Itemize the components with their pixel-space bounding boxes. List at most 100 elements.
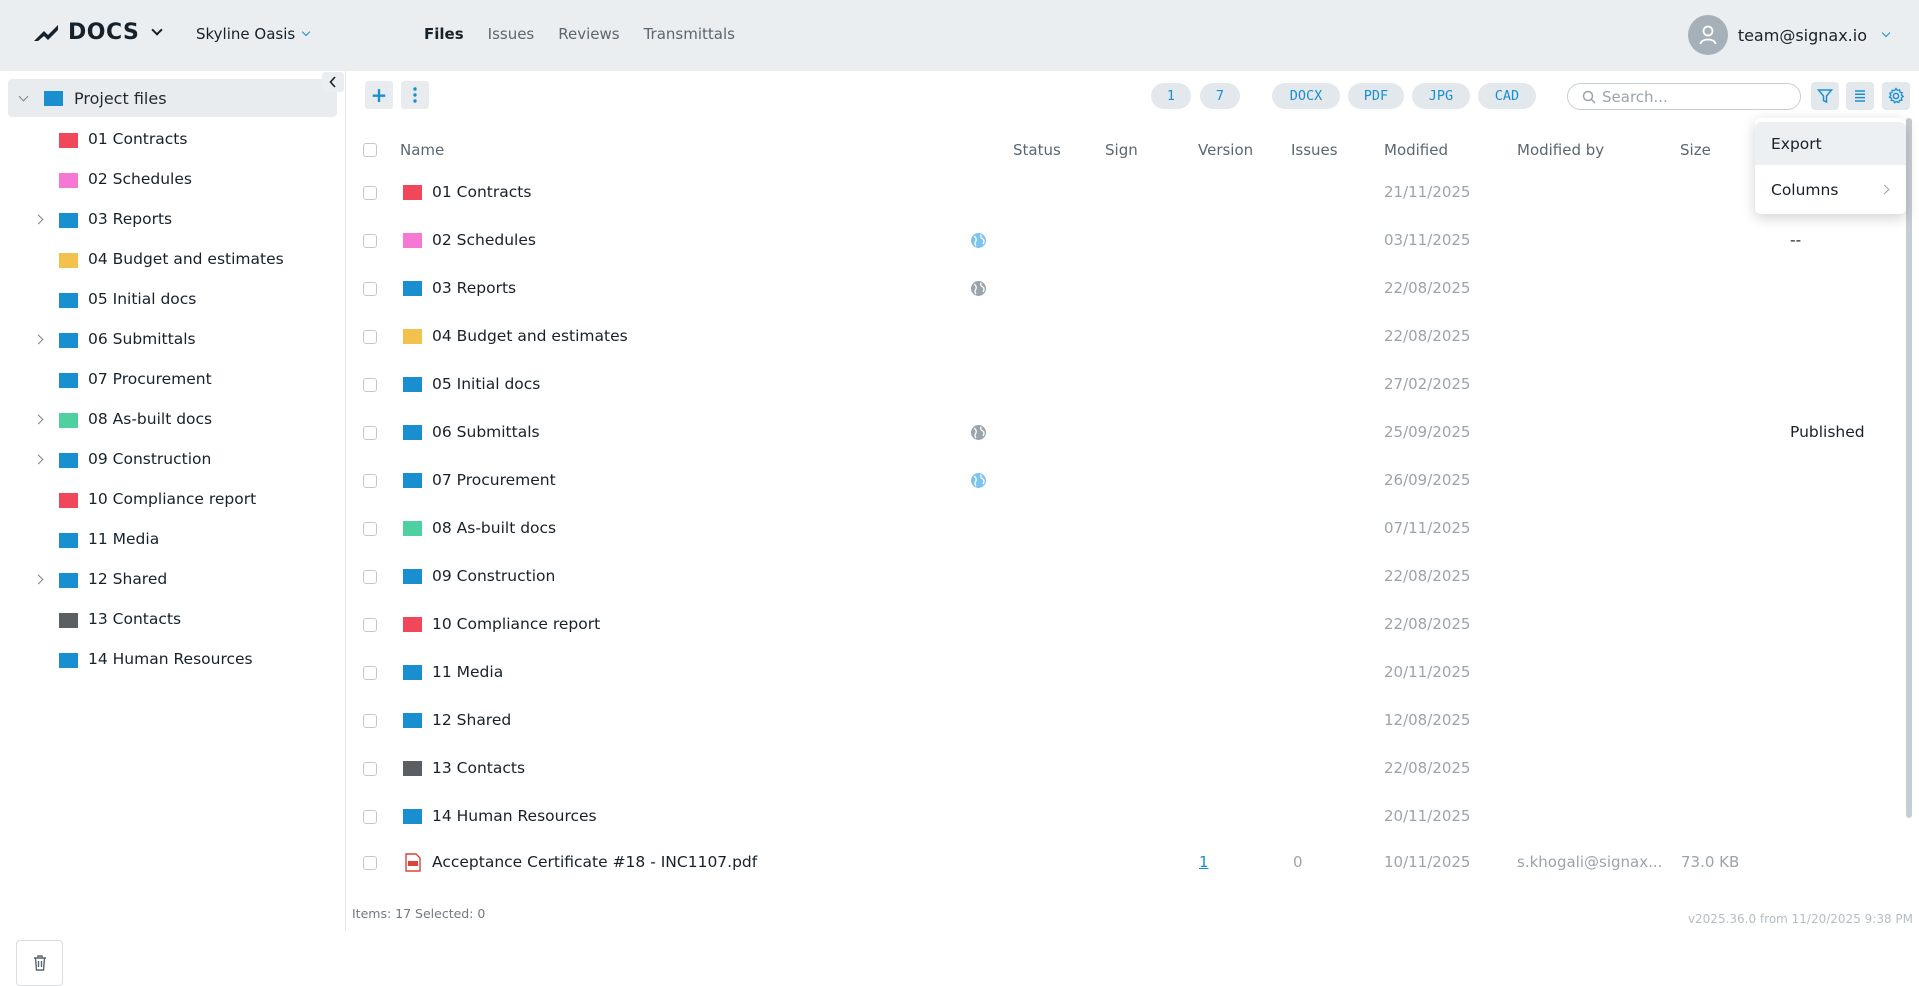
folder-name[interactable]: 11 Media (432, 663, 503, 681)
more-options-button[interactable] (401, 81, 429, 109)
column-header-size[interactable]: Size (1680, 141, 1711, 159)
row-checkbox[interactable] (363, 186, 377, 200)
row-checkbox[interactable] (363, 666, 377, 680)
tab-files[interactable]: Files (424, 25, 464, 43)
column-header-modified-by[interactable]: Modified by (1517, 141, 1604, 159)
folder-name[interactable]: 12 Shared (432, 711, 511, 729)
sidebar-item[interactable]: 05 Initial docs (0, 285, 340, 315)
row-checkbox[interactable] (363, 714, 377, 728)
sidebar-item[interactable]: 03 Reports (0, 205, 340, 235)
settings-button[interactable] (1882, 82, 1910, 110)
sidebar-item[interactable]: 01 Contracts (0, 125, 340, 155)
tree-root-project-files[interactable]: Project files (8, 79, 337, 117)
folder-name[interactable]: 04 Budget and estimates (432, 327, 628, 345)
table-row[interactable]: 07 Procurement 26/09/2025 (347, 457, 1907, 505)
menu-item-columns[interactable]: Columns (1755, 168, 1906, 211)
collapse-sidebar-button[interactable] (322, 72, 344, 92)
table-row[interactable]: 05 Initial docs 27/02/2025 (347, 361, 1907, 409)
chevron-right-icon[interactable] (33, 574, 44, 585)
row-checkbox[interactable] (363, 856, 377, 870)
folder-name[interactable]: 08 As-built docs (432, 519, 556, 537)
folder-name[interactable]: 05 Initial docs (432, 375, 540, 393)
sidebar-item[interactable]: 10 Compliance report (0, 485, 340, 515)
tab-transmittals[interactable]: Transmittals (644, 25, 735, 43)
project-selector[interactable]: Skyline Oasis (196, 25, 311, 43)
row-checkbox[interactable] (363, 522, 377, 536)
sidebar-item[interactable]: 09 Construction (0, 445, 340, 475)
table-row[interactable]: 12 Shared 12/08/2025 (347, 697, 1907, 745)
table-row[interactable]: 13 Contacts 22/08/2025 (347, 745, 1907, 793)
table-row-file[interactable]: Acceptance Certificate #18 - INC1107.pdf… (347, 839, 1907, 887)
column-header-issues[interactable]: Issues (1291, 141, 1338, 159)
sidebar-item[interactable]: 13 Contacts (0, 605, 340, 635)
filter-chip-pdf[interactable]: PDF (1348, 83, 1404, 109)
sidebar-item[interactable]: 07 Procurement (0, 365, 340, 395)
column-header-modified[interactable]: Modified (1384, 141, 1448, 159)
chevron-right-icon[interactable] (33, 214, 44, 225)
table-row[interactable]: 04 Budget and estimates 22/08/2025 (347, 313, 1907, 361)
column-header-name[interactable]: Name (400, 141, 444, 159)
tab-issues[interactable]: Issues (488, 25, 535, 43)
table-row[interactable]: 09 Construction 22/08/2025 (347, 553, 1907, 601)
filter-chip-cad[interactable]: CAD (1478, 83, 1536, 109)
row-checkbox[interactable] (363, 762, 377, 776)
row-checkbox[interactable] (363, 810, 377, 824)
table-row[interactable]: 02 Schedules 03/11/2025 -- (347, 217, 1907, 265)
caret-down-icon[interactable] (18, 91, 29, 101)
file-name[interactable]: Acceptance Certificate #18 - INC1107.pdf (432, 853, 757, 871)
sidebar-item[interactable]: 11 Media (0, 525, 340, 555)
sidebar-item[interactable]: 06 Submittals (0, 325, 340, 355)
folder-name[interactable]: 03 Reports (432, 279, 516, 297)
folder-name[interactable]: 10 Compliance report (432, 615, 600, 633)
table-row[interactable]: 01 Contracts 21/11/2025 (347, 169, 1907, 217)
row-checkbox[interactable] (363, 330, 377, 344)
row-checkbox[interactable] (363, 282, 377, 296)
sidebar-item[interactable]: 14 Human Resources (0, 645, 340, 675)
folder-name[interactable]: 06 Submittals (432, 423, 540, 441)
sidebar-item[interactable]: 08 As-built docs (0, 405, 340, 435)
trash-button[interactable] (16, 940, 63, 986)
filter-button[interactable] (1811, 82, 1839, 110)
column-header-status[interactable]: Status (1013, 141, 1061, 159)
vertical-scrollbar[interactable] (1906, 118, 1912, 818)
sidebar-item[interactable]: 02 Schedules (0, 165, 340, 195)
sidebar-item[interactable]: 12 Shared (0, 565, 340, 595)
row-checkbox[interactable] (363, 570, 377, 584)
version-link[interactable]: 1 (1199, 853, 1209, 871)
table-row[interactable]: 14 Human Resources 20/11/2025 (347, 793, 1907, 841)
user-menu[interactable]: team@signax.io (1687, 15, 1891, 55)
sidebar-item[interactable]: 04 Budget and estimates (0, 245, 340, 275)
column-header-version[interactable]: Version (1198, 141, 1253, 159)
folder-name[interactable]: 01 Contracts (432, 183, 531, 201)
row-checkbox[interactable] (363, 474, 377, 488)
table-row[interactable]: 03 Reports 22/08/2025 (347, 265, 1907, 313)
count-chip[interactable]: 7 (1200, 83, 1240, 109)
chevron-right-icon[interactable] (33, 454, 44, 465)
filter-chip-docx[interactable]: DOCX (1272, 83, 1340, 109)
folder-name[interactable]: 09 Construction (432, 567, 555, 585)
list-view-button[interactable] (1846, 82, 1874, 110)
table-row[interactable]: 11 Media 20/11/2025 (347, 649, 1907, 697)
row-checkbox[interactable] (363, 234, 377, 248)
column-header-sign[interactable]: Sign (1105, 141, 1138, 159)
table-row[interactable]: 10 Compliance report 22/08/2025 (347, 601, 1907, 649)
folder-name[interactable]: 07 Procurement (432, 471, 556, 489)
row-checkbox[interactable] (363, 426, 377, 440)
table-row[interactable]: 08 As-built docs 07/11/2025 (347, 505, 1907, 553)
folder-name[interactable]: 13 Contacts (432, 759, 525, 777)
row-checkbox[interactable] (363, 618, 377, 632)
table-row[interactable]: 06 Submittals 25/09/2025 Published (347, 409, 1907, 457)
chevron-right-icon[interactable] (33, 414, 44, 425)
folder-name[interactable]: 02 Schedules (432, 231, 536, 249)
row-checkbox[interactable] (363, 378, 377, 392)
tab-reviews[interactable]: Reviews (558, 25, 619, 43)
count-chip[interactable]: 1 (1151, 83, 1191, 109)
app-logo[interactable]: DOCS (32, 20, 164, 45)
add-button[interactable]: + (365, 81, 393, 109)
menu-item-export[interactable]: Export (1755, 122, 1906, 165)
chevron-right-icon[interactable] (33, 334, 44, 345)
filter-chip-jpg[interactable]: JPG (1412, 83, 1470, 109)
select-all-checkbox[interactable] (363, 143, 377, 157)
search-input[interactable]: Search... (1567, 83, 1801, 110)
folder-name[interactable]: 14 Human Resources (432, 807, 597, 825)
